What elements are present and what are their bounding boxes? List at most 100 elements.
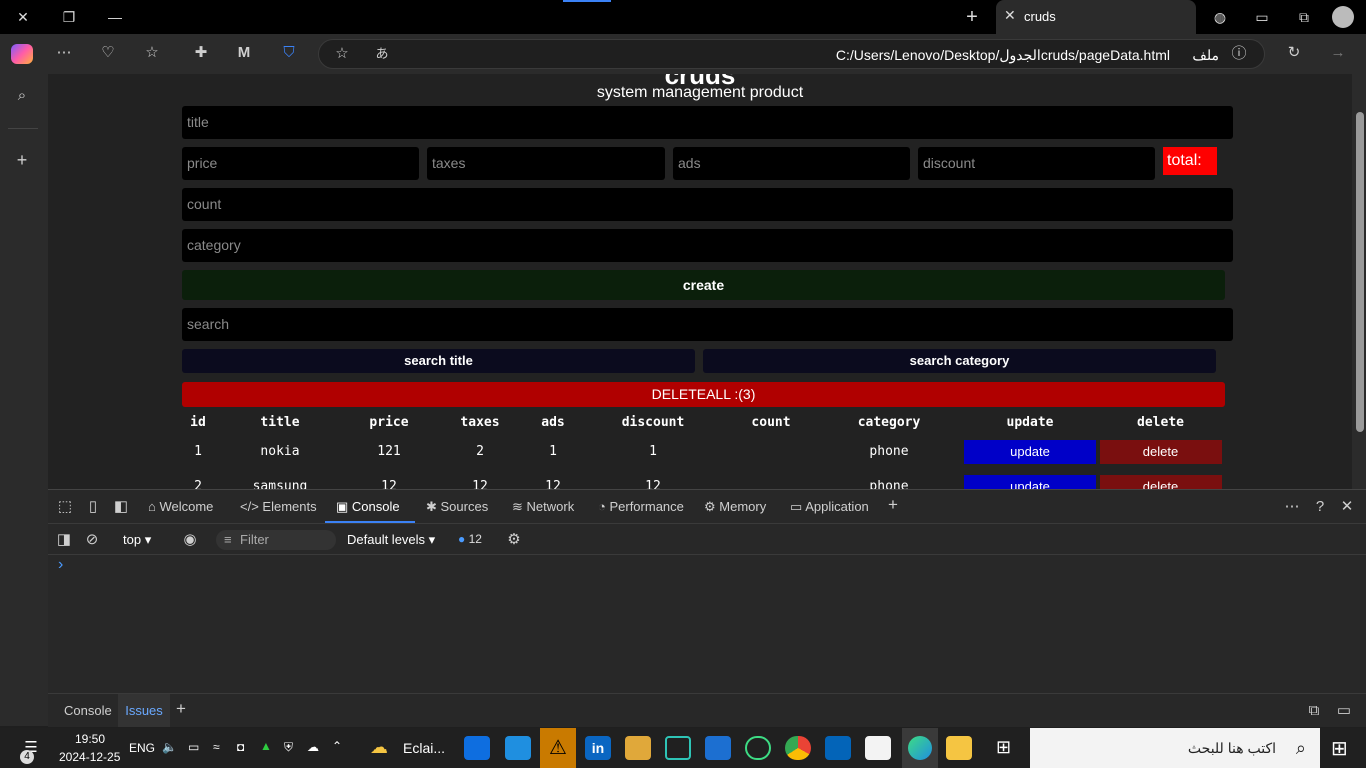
tab-application[interactable]: ▭ Application <box>790 499 869 515</box>
restore-icon[interactable]: ❐ <box>57 6 81 28</box>
delete-button[interactable]: delete <box>1099 439 1222 464</box>
refresh-icon[interactable]: ↻ <box>1283 43 1305 63</box>
delete-all-button[interactable]: DELETEALL :(3) <box>182 382 1225 407</box>
vscode-icon[interactable] <box>464 736 490 760</box>
inspect-icon[interactable]: ⬚ <box>54 497 76 517</box>
taskbar-search[interactable]: اكتب هنا للبحث ⌕ <box>1030 728 1320 768</box>
volume-icon[interactable]: 🔈 <box>162 740 177 754</box>
address-bar[interactable]: ☆ あ C:/Users/Lenovo/Desktop/الجدولcruds/… <box>318 39 1265 69</box>
sidebar-toggle-icon[interactable]: ◨ <box>53 530 75 550</box>
globe-icon[interactable]: ◍ <box>1208 6 1232 28</box>
search-category-button[interactable]: search category <box>703 349 1216 373</box>
windows-start-icon[interactable]: ⊞ <box>1331 736 1348 761</box>
eye-icon[interactable]: ◉ <box>179 530 201 550</box>
search-input[interactable]: search <box>182 308 1233 341</box>
close-tab-icon[interactable]: ✕ <box>1004 7 1016 24</box>
outlook-icon[interactable] <box>825 736 851 760</box>
add-tab-icon[interactable]: + <box>888 495 898 515</box>
task-view-icon[interactable]: ⊞ <box>996 737 1011 758</box>
warning-icon[interactable]: ⚠ <box>540 728 576 768</box>
add-drawer-tab-icon[interactable]: + <box>176 699 186 719</box>
extensions-icon[interactable]: ✚ <box>190 43 212 63</box>
upwork-icon[interactable] <box>745 736 771 760</box>
tab-performance[interactable]: ◔ Performance <box>598 499 684 514</box>
add-sidebar-icon[interactable]: + <box>11 150 33 170</box>
category-input[interactable]: category <box>182 229 1233 262</box>
scrollbar-thumb[interactable] <box>1356 112 1364 432</box>
tab-network[interactable]: ≋ Network <box>512 499 574 515</box>
title-input[interactable]: title <box>182 106 1233 139</box>
tab-sources[interactable]: ✱ Sources <box>426 499 488 515</box>
store-icon[interactable] <box>865 736 891 760</box>
vpn-shield-icon[interactable] <box>705 736 731 760</box>
language-indicator[interactable]: ENG <box>129 741 155 755</box>
ads-input[interactable]: ads <box>673 147 910 180</box>
levels-select[interactable]: Default levels ▾ <box>347 532 435 548</box>
medal-icon[interactable] <box>625 736 651 760</box>
issues-badge[interactable]: ● 12 <box>458 532 482 546</box>
collapse-drawer-icon[interactable]: ▭ <box>1333 701 1355 721</box>
weather-label[interactable]: Eclai... <box>403 740 445 756</box>
app-circle-icon[interactable] <box>665 736 691 760</box>
search-icon[interactable]: ⌕ <box>11 86 33 106</box>
drawer-tab-issues[interactable]: Issues <box>118 694 170 727</box>
delete-button[interactable]: delete <box>1099 474 1222 489</box>
weather-icon[interactable]: ☁ <box>370 737 388 758</box>
tray-cloud-icon[interactable]: ☁ <box>307 740 319 754</box>
device-icon[interactable]: ▯ <box>82 497 104 517</box>
price-input[interactable]: price <box>182 147 419 180</box>
console-prompt[interactable]: › <box>58 556 63 574</box>
health-icon[interactable]: ♡ <box>97 43 119 63</box>
more-icon[interactable]: ⋯ <box>1281 497 1303 517</box>
info-icon[interactable]: ⓘ <box>1228 44 1250 64</box>
close-window-icon[interactable]: ✕ <box>11 6 35 28</box>
read-aloud-icon[interactable]: あ <box>371 44 393 64</box>
create-button[interactable]: create <box>182 270 1225 300</box>
clear-console-icon[interactable]: ⊘ <box>81 530 103 550</box>
wifi-icon[interactable]: ≈ <box>213 740 220 754</box>
update-button[interactable]: update <box>964 474 1096 489</box>
tab-memory[interactable]: ⚙ Memory <box>704 499 766 515</box>
battery-icon[interactable]: ▭ <box>188 740 199 754</box>
new-tab-icon[interactable]: + <box>960 6 984 28</box>
minimize-icon[interactable]: — <box>103 6 127 28</box>
more-icon[interactable]: ⋯ <box>53 43 75 63</box>
undock-icon[interactable]: ⧉ <box>1303 701 1325 721</box>
tray-green-icon[interactable]: ▲ <box>260 739 272 753</box>
clock-time[interactable]: 19:50 <box>75 732 105 746</box>
chrome-icon[interactable] <box>785 736 811 760</box>
m-extension-icon[interactable]: M <box>233 43 255 63</box>
tab-welcome[interactable]: ⌂ Welcome <box>148 499 213 514</box>
console-settings-icon[interactable]: ⚙ <box>503 530 525 550</box>
split-screen-icon[interactable]: ▭ <box>1250 6 1274 28</box>
help-icon[interactable]: ? <box>1309 497 1331 517</box>
tray-shield-icon[interactable]: ⛨ <box>284 740 293 755</box>
browser-tab[interactable]: ✕ cruds <box>996 0 1196 34</box>
page-scrollbar[interactable] <box>1352 74 1366 489</box>
file-explorer-icon[interactable] <box>946 736 972 760</box>
shield-icon[interactable]: ⛉ <box>278 43 300 63</box>
media-player-icon[interactable] <box>505 736 531 760</box>
tray-app-icon[interactable]: ◘ <box>237 740 244 754</box>
edge-taskbar-item[interactable] <box>902 728 938 768</box>
count-input[interactable]: count <box>182 188 1233 221</box>
linkedin-icon[interactable]: in <box>585 736 611 760</box>
forward-icon[interactable]: → <box>1327 43 1349 63</box>
filter-input[interactable]: ≡ Filter <box>216 530 336 550</box>
add-favorite-icon[interactable]: ☆ <box>331 44 353 64</box>
profile-avatar[interactable] <box>1332 6 1354 28</box>
taxes-input[interactable]: taxes <box>427 147 665 180</box>
discount-input[interactable]: discount <box>918 147 1155 180</box>
copilot-icon[interactable] <box>11 44 33 64</box>
dock-icon[interactable]: ◧ <box>110 497 132 517</box>
clock-date[interactable]: 2024-12-25 <box>59 750 120 764</box>
collections-icon[interactable]: ⧉ <box>1292 6 1316 28</box>
tab-console[interactable]: ▣ Console <box>336 499 400 515</box>
tab-elements[interactable]: </> Elements <box>240 499 317 514</box>
show-hidden-icon[interactable]: ⌃ <box>332 739 342 753</box>
context-select[interactable]: top ▾ <box>123 532 151 548</box>
close-devtools-icon[interactable]: ✕ <box>1336 497 1358 517</box>
search-title-button[interactable]: search title <box>182 349 695 373</box>
favorites-icon[interactable]: ☆ <box>141 43 163 63</box>
update-button[interactable]: update <box>964 439 1096 464</box>
